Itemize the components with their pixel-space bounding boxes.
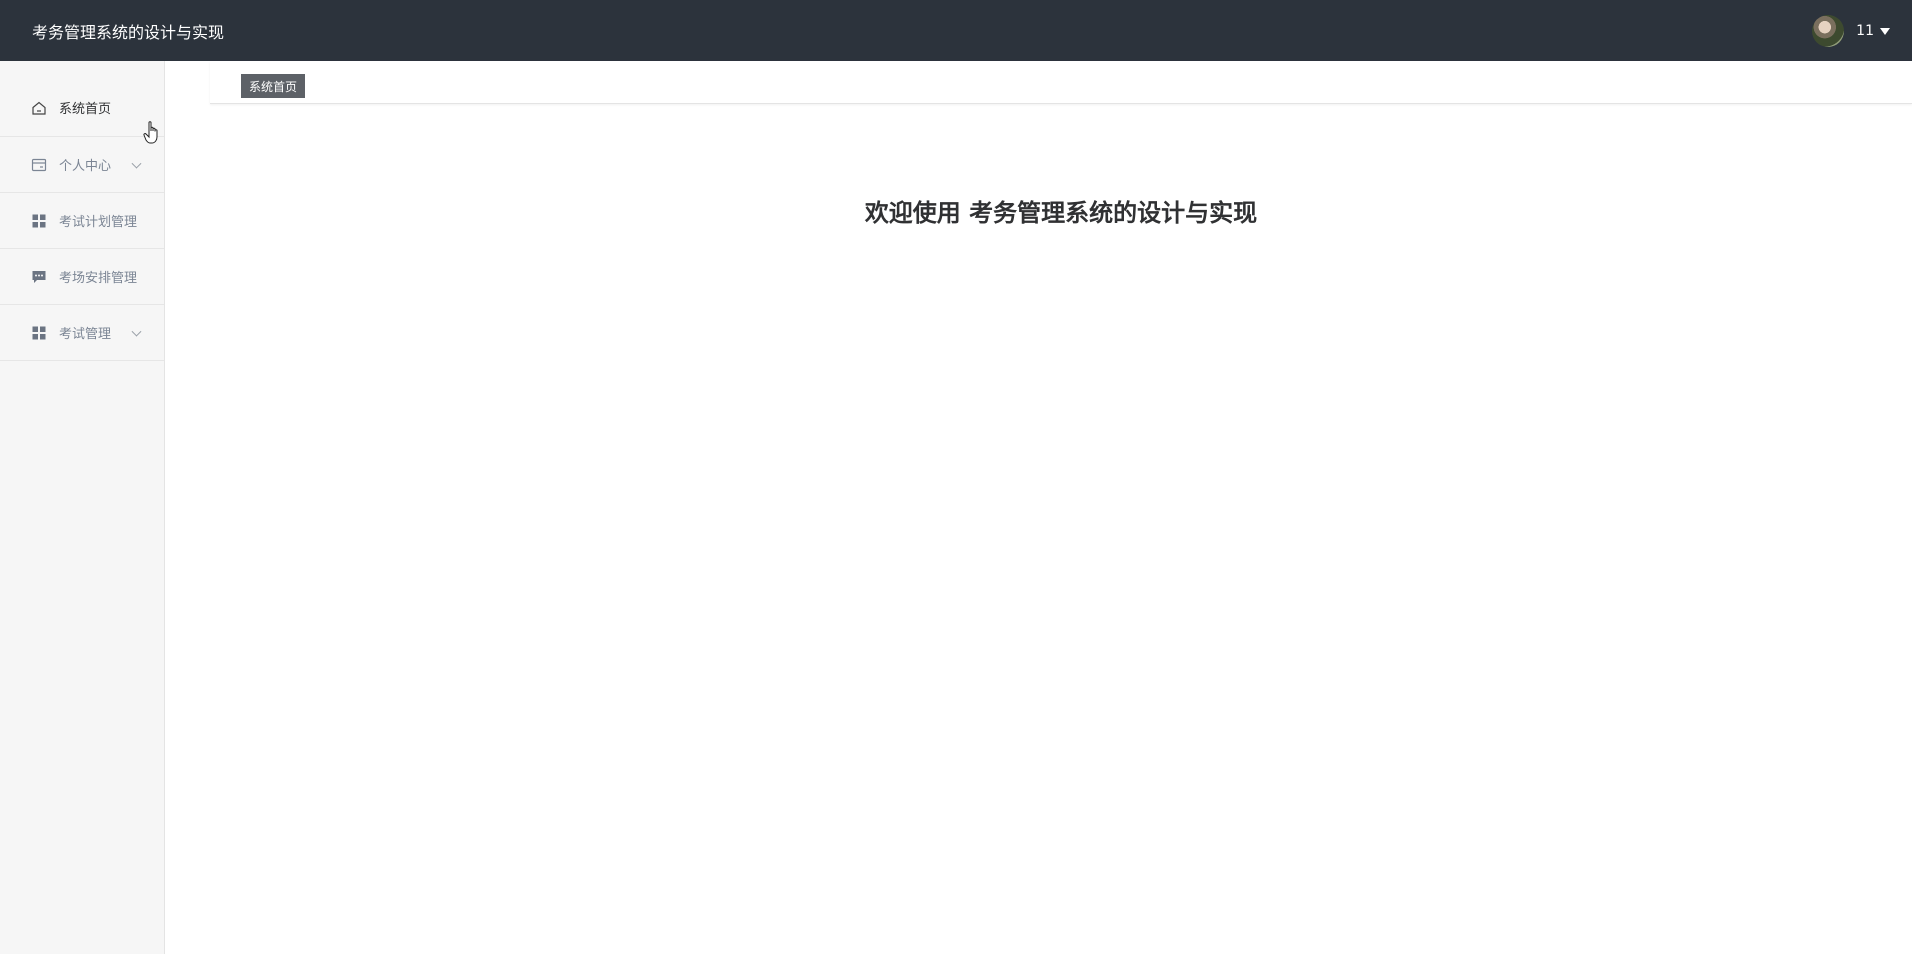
home-icon [31,100,47,116]
sidebar: 系统首页 个人中心 考试计划管理 考场安排管理 考试管理 [0,61,165,954]
top-header: 考务管理系统的设计与实现 11 [0,0,1912,61]
sidebar-item-personal-center[interactable]: 个人中心 [0,137,164,193]
avatar[interactable] [1812,15,1845,47]
user-menu[interactable]: 11 [1812,14,1890,48]
caret-down-icon[interactable] [1880,27,1890,35]
card-icon [31,157,47,173]
sidebar-item-label: 考场安排管理 [59,271,138,286]
sidebar-item-label: 系统首页 [59,102,112,117]
sidebar-item-label: 考试计划管理 [59,215,138,230]
sidebar-item-room-arrangement[interactable]: 考场安排管理 [0,249,164,305]
hand-cursor-icon [143,121,158,144]
sidebar-item-home[interactable]: 系统首页 [0,61,164,137]
sidebar-item-label: 考试管理 [59,327,112,342]
chevron-down-icon[interactable] [131,326,142,337]
app-title: 考务管理系统的设计与实现 [32,22,225,42]
main-content: 系统首页 欢迎使用 考务管理系统的设计与实现 [210,61,1912,954]
welcome-heading: 欢迎使用 考务管理系统的设计与实现 [864,199,1258,227]
username[interactable]: 11 [1856,23,1874,39]
sidebar-item-exam-management[interactable]: 考试管理 [0,305,164,361]
sidebar-item-exam-plan[interactable]: 考试计划管理 [0,193,164,249]
tab-bar: 系统首页 [210,61,1912,104]
grid-icon [31,325,47,341]
tab-home[interactable]: 系统首页 [241,74,306,98]
sidebar-item-label: 个人中心 [59,159,112,174]
grid-icon [31,213,47,229]
message-icon [31,269,47,285]
chevron-down-icon[interactable] [131,158,142,169]
